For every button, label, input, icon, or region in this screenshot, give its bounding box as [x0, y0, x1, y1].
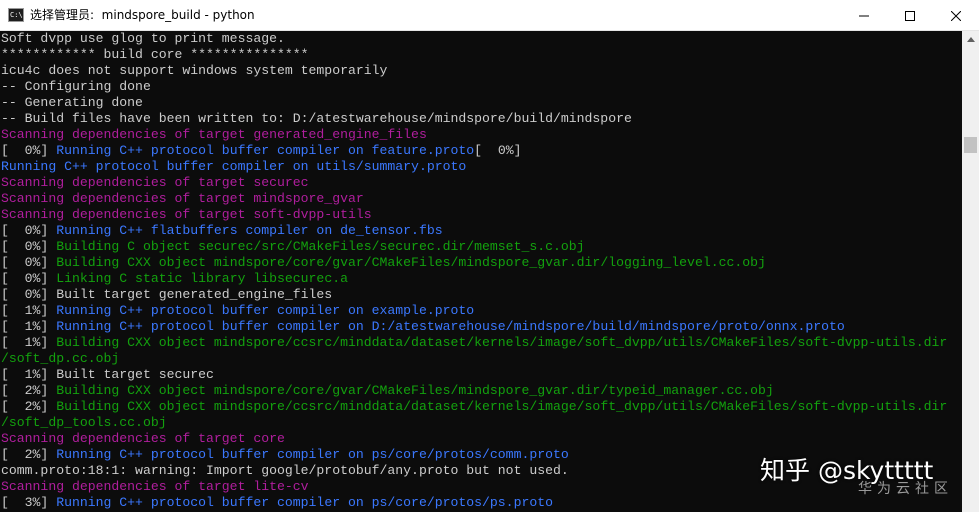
- terminal-text: [ 0%]: [1, 143, 57, 158]
- terminal-line: Soft dvpp use glog to print message.: [0, 31, 962, 47]
- terminal-text: -- Build files have been written to: D:/…: [1, 111, 632, 126]
- terminal-line: [ 0%] Building CXX object mindspore/core…: [0, 255, 962, 271]
- terminal-line: -- Generating done: [0, 95, 962, 111]
- terminal-text: [ 2%]: [1, 447, 57, 462]
- maximize-icon: [905, 10, 915, 21]
- terminal-text: ************ build core ***************: [1, 47, 309, 62]
- scrollbar-thumb[interactable]: [964, 137, 977, 153]
- chevron-up-icon: [966, 37, 975, 42]
- terminal-text: [ 2%]: [1, 399, 57, 414]
- terminal-text: Building CXX object mindspore/core/gvar/…: [56, 383, 774, 398]
- terminal-text: Scanning dependencies of target mindspor…: [1, 191, 364, 206]
- terminal-line: Running C++ protocol buffer compiler on …: [0, 159, 962, 175]
- terminal-text: [ 1%]: [1, 335, 57, 350]
- terminal-text: -- Configuring done: [1, 79, 151, 94]
- terminal-text: Building CXX object mindspore/ccsrc/mind…: [56, 399, 948, 414]
- terminal-text: Scanning dependencies of target soft-dvp…: [1, 207, 372, 222]
- terminal-text: Scanning dependencies of target lite-cv: [1, 479, 309, 494]
- terminal-text: [ 0%]: [1, 223, 57, 238]
- terminal-text: Building CXX object mindspore/ccsrc/mind…: [56, 335, 948, 350]
- terminal-output[interactable]: Soft dvpp use glog to print message. ****…: [0, 31, 962, 512]
- terminal-text: Building CXX object mindspore/core/gvar/…: [56, 255, 766, 270]
- terminal-line: /soft_dp_tools.cc.obj: [0, 415, 962, 431]
- terminal-line: [ 0%] Built target generated_engine_file…: [0, 287, 962, 303]
- terminal-text: [ 1%]: [1, 303, 57, 318]
- terminal-text: Running C++ protocol buffer compiler on …: [1, 159, 467, 174]
- terminal-text: icu4c does not support windows system te…: [1, 63, 388, 78]
- terminal-text: Running C++ protocol buffer compiler on …: [56, 143, 475, 158]
- terminal-text: -- Generating done: [1, 95, 143, 110]
- terminal-line: Scanning dependencies of target core: [0, 431, 962, 447]
- terminal-line: [ 0%] Building C object securec/src/CMak…: [0, 239, 962, 255]
- terminal-line: Scanning dependencies of target mindspor…: [0, 191, 962, 207]
- terminal-text: Scanning dependencies of target generate…: [1, 127, 427, 142]
- terminal-line: /soft_dp.cc.obj: [0, 351, 962, 367]
- terminal-text: Running C++ protocol buffer compiler on …: [56, 495, 554, 510]
- terminal-line: Scanning dependencies of target generate…: [0, 127, 962, 143]
- terminal-line: [ 1%] Building CXX object mindspore/ccsr…: [0, 335, 962, 351]
- minimize-button[interactable]: [841, 0, 887, 31]
- terminal-line: icu4c does not support windows system te…: [0, 63, 962, 79]
- terminal-line: [ 1%] Running C++ protocol buffer compil…: [0, 303, 962, 319]
- terminal-text: Scanning dependencies of target securec: [1, 175, 309, 190]
- terminal-line: Scanning dependencies of target soft-dvp…: [0, 207, 962, 223]
- terminal-line: -- Configuring done: [0, 79, 962, 95]
- terminal-text: Running C++ protocol buffer compiler on …: [56, 447, 569, 462]
- terminal-text: comm.proto:18:1: warning: Import google/…: [1, 463, 569, 478]
- terminal-line: [ 1%] Built target securec: [0, 367, 962, 383]
- watermark-subtext: 华为云社区: [858, 481, 953, 497]
- terminal-text: [ 0%] Built target generated_engine_file…: [1, 287, 333, 302]
- terminal-line: [ 0%] Running C++ protocol buffer compil…: [0, 143, 962, 159]
- terminal-text: [ 1%]: [1, 319, 57, 334]
- terminal-line: [ 0%] Linking C static library libsecure…: [0, 271, 962, 287]
- close-button[interactable]: [933, 0, 979, 31]
- terminal-text: Scanning dependencies of target core: [1, 431, 285, 446]
- vertical-scrollbar[interactable]: [962, 31, 979, 512]
- terminal-line: Scanning dependencies of target securec: [0, 175, 962, 191]
- terminal-text: Running C++ protocol buffer compiler on …: [56, 303, 475, 318]
- scroll-up-button[interactable]: [962, 31, 979, 48]
- terminal-text: Linking C static library libsecurec.a: [56, 271, 348, 286]
- terminal-text: [ 0%]: [474, 143, 522, 158]
- terminal-text: [ 1%] Built target securec: [1, 367, 214, 382]
- terminal-line: [ 2%] Building CXX object mindspore/core…: [0, 383, 962, 399]
- terminal-text: Soft dvpp use glog to print message.: [1, 31, 285, 46]
- terminal-line: [ 1%] Running C++ protocol buffer compil…: [0, 319, 962, 335]
- terminal-text: [ 3%]: [1, 495, 57, 510]
- terminal-text: [ 0%]: [1, 239, 57, 254]
- terminal-line: [ 2%] Building CXX object mindspore/ccsr…: [0, 399, 962, 415]
- terminal-text: /soft_dp_tools.cc.obj: [1, 415, 167, 430]
- minimize-icon: [859, 15, 869, 16]
- window-title: 选择管理员: mindspore_build - python: [30, 8, 255, 22]
- terminal-text: Running C++ flatbuffers compiler on de_t…: [56, 223, 443, 238]
- console-icon[interactable]: C:\: [8, 8, 24, 22]
- terminal-text: [ 2%]: [1, 383, 57, 398]
- title-bar: C:\ 选择管理员: mindspore_build - python: [0, 0, 979, 31]
- terminal-text: Running C++ protocol buffer compiler on …: [56, 319, 845, 334]
- terminal-text: [ 0%]: [1, 255, 57, 270]
- terminal-text: Building C object securec/src/CMakeFiles…: [56, 239, 585, 254]
- maximize-button[interactable]: [887, 0, 933, 31]
- terminal-line: [ 3%] Running C++ protocol buffer compil…: [0, 495, 962, 511]
- terminal-text: [ 0%]: [1, 271, 57, 286]
- terminal-line: ************ build core ***************: [0, 47, 962, 63]
- terminal-line: [ 0%] Running C++ flatbuffers compiler o…: [0, 223, 962, 239]
- terminal-line: -- Build files have been written to: D:/…: [0, 111, 962, 127]
- close-icon: [951, 10, 961, 21]
- terminal-text: /soft_dp.cc.obj: [1, 351, 120, 366]
